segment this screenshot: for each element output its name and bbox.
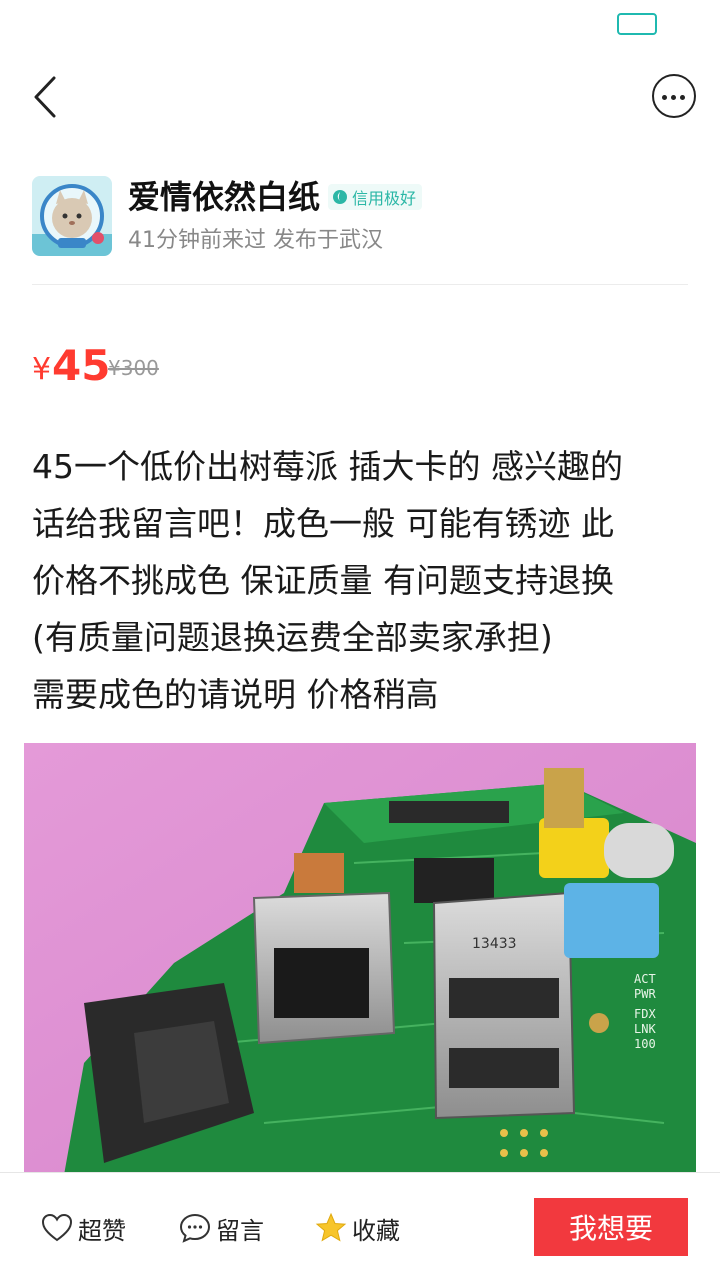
credit-label: 信用极好 [352,189,417,208]
seller-meta: 41分钟前来过 发布于武汉 [128,228,383,253]
item-description: 45一个低价出树莓派 插大卡的 感兴趣的 话给我留言吧！成色一般 可能有锈迹 此… [32,447,623,714]
like-button[interactable]: 超赞 [40,1204,126,1252]
comment-label: 留言 [216,1216,264,1245]
battery-icon [617,13,657,35]
seller-avatar[interactable] [32,176,112,256]
like-label: 超赞 [78,1216,126,1245]
product-image[interactable]: 13433 ACT PWR FDX LNK 100 [24,743,696,1175]
board-label-100: 100 [634,1037,656,1051]
board-label-fdx: FDX [634,1007,656,1021]
credit-badge: 信用极好 [328,184,423,210]
board-label-lnk: LNK [634,1022,656,1036]
back-arrow-icon [34,76,56,118]
comment-icon [179,1213,211,1243]
want-button[interactable]: 我想要 [534,1198,688,1256]
more-button[interactable] [652,74,696,118]
credit-icon [333,190,347,204]
price-current: 45 [52,341,111,390]
divider [32,284,688,285]
favorite-label: 收藏 [352,1216,400,1245]
heart-icon [41,1213,73,1242]
cat-astronaut-avatar-image [32,176,112,256]
star-icon [315,1212,347,1242]
price-original: ¥300 [108,356,159,380]
board-label-13433: 13433 [472,936,517,952]
board-label-act: ACT [634,972,656,986]
price-currency-symbol: ¥ [32,352,52,387]
comment-button[interactable]: 留言 [178,1204,264,1252]
favorite-button[interactable]: 收藏 [314,1204,400,1252]
seller-name[interactable]: 爱情依然白纸 [128,177,320,217]
status-bar [0,0,720,50]
back-button[interactable] [24,70,72,124]
board-label-pwr: PWR [634,987,656,1001]
raspberry-pi-photo: 13433 ACT PWR FDX LNK 100 [24,743,696,1175]
